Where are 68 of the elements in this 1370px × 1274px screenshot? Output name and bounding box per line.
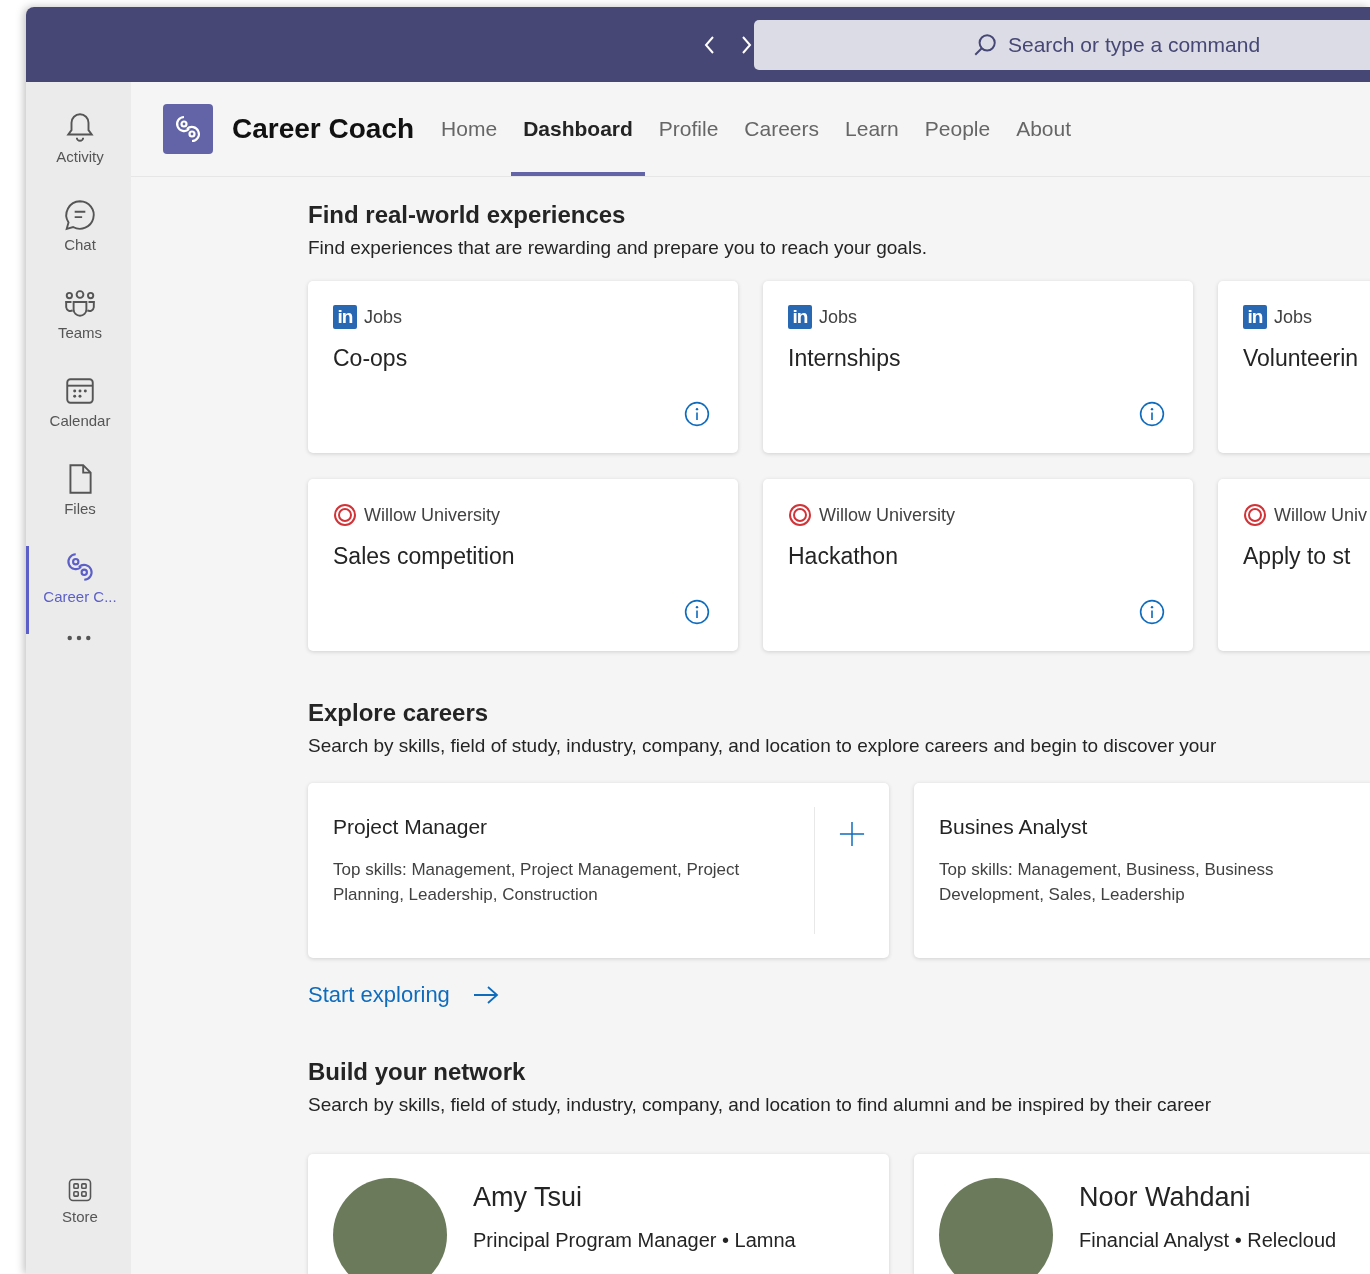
linkedin-logo: in xyxy=(788,305,812,329)
card-source: Jobs xyxy=(1274,306,1313,328)
card-title: Hackathon xyxy=(788,543,899,570)
app-bar-item[interactable]: Chat xyxy=(26,194,131,282)
career-card[interactable]: Busines Analyst Top skills: Management, Business, Business Development, Sales, Leadership xyxy=(914,783,1370,958)
arrow-right-icon xyxy=(471,985,500,1005)
section-title: Find real-world experiences xyxy=(308,201,627,229)
info-icon[interactable] xyxy=(684,599,710,625)
card-source: Jobs xyxy=(819,306,858,328)
card-title: Apply to st xyxy=(1243,543,1352,570)
app-title: Career Coach xyxy=(232,113,415,145)
info-icon[interactable] xyxy=(684,401,710,427)
nav-tab[interactable]: Careers xyxy=(732,82,832,176)
nav-tab[interactable]: Dashboard xyxy=(511,82,645,176)
concentric-rings-icon xyxy=(333,503,357,527)
section-title: Explore careers xyxy=(308,699,490,727)
start-exploring-link[interactable]: Start exploring xyxy=(308,982,500,1008)
linkedin-logo: in xyxy=(1243,305,1267,329)
experience-card[interactable]: Willow University Sales competition xyxy=(308,479,738,651)
card-source: Willow Univ xyxy=(1274,504,1367,526)
nav-tab[interactable]: Profile xyxy=(646,82,731,176)
info-icon[interactable] xyxy=(1139,599,1165,625)
concentric-rings-icon xyxy=(788,503,812,527)
search-field[interactable]: Search or type a command xyxy=(754,19,1370,70)
experience-card[interactable]: Willow University Hackathon xyxy=(763,479,1193,651)
career-title: Busines Analyst xyxy=(939,815,1089,839)
app-bar-item[interactable]: Teams xyxy=(26,282,131,370)
app-grid-icon xyxy=(66,1176,94,1204)
person-card[interactable]: Amy Tsui Principal Program Manager • Lamna xyxy=(308,1154,889,1274)
chat-icon xyxy=(63,198,97,232)
experience-card[interactable]: Willow Univ Apply to st xyxy=(1218,479,1370,651)
card-title: Sales competition xyxy=(333,543,516,570)
experience-card[interactable]: in Jobs Volunteerin xyxy=(1218,281,1370,453)
card-source: Jobs xyxy=(364,306,403,328)
info-icon[interactable] xyxy=(1139,401,1165,427)
nav-tab[interactable]: About xyxy=(1004,82,1084,176)
concentric-rings-icon xyxy=(1243,503,1267,527)
experience-card[interactable]: in Jobs Internships xyxy=(763,281,1193,453)
search-icon xyxy=(972,31,998,58)
app-bar-item[interactable]: Store xyxy=(26,1172,131,1260)
card-title: Volunteerin xyxy=(1243,345,1360,372)
experience-card[interactable]: in Jobs Co-ops xyxy=(308,281,738,453)
career-title: Project Manager xyxy=(333,815,489,839)
career-skills: Top skills: Management, Business, Business Development, Sales, Leadership xyxy=(939,859,1275,906)
nav-tab[interactable]: Learn xyxy=(833,82,911,176)
person-card[interactable]: Noor Wahdani Financial Analyst • Relecloud xyxy=(914,1154,1370,1274)
person-name: Amy Tsui xyxy=(473,1182,584,1213)
person-role: Principal Program Manager • Lamna xyxy=(473,1229,796,1252)
app-bar-item[interactable]: Activity xyxy=(26,106,131,194)
card-source: Willow University xyxy=(364,504,500,526)
nav-tab[interactable]: People xyxy=(912,82,1003,176)
card-title: Internships xyxy=(788,345,902,372)
section-title: Build your network xyxy=(308,1058,527,1086)
person-name: Noor Wahdani xyxy=(1079,1182,1252,1213)
more-icon[interactable] xyxy=(65,634,92,642)
plus-icon[interactable] xyxy=(839,821,865,847)
section-description: Find experiences that are rewarding and prepare you to reach your goals. xyxy=(308,237,928,259)
card-title: Co-ops xyxy=(333,345,409,372)
nav-tab[interactable]: Home xyxy=(429,82,510,176)
card-source: Willow University xyxy=(819,504,955,526)
app-bar-item[interactable]: Calendar xyxy=(26,370,131,458)
app-bar-item[interactable]: Files xyxy=(26,458,131,546)
section-description: Search by skills, field of study, industry, company, and location to explore careers and begin to discover your xyxy=(308,735,1218,757)
career-skills: Top skills: Management, Project Management, Project Planning, Leadership, Construction xyxy=(333,859,741,906)
section-description: Search by skills, field of study, industry, company, and location to find alumni and be inspired by their career xyxy=(308,1094,1212,1116)
person-role: Financial Analyst • Relecloud xyxy=(1079,1229,1337,1252)
career-card[interactable]: Project Manager Top skills: Management, Project Management, Project Planning, Leadership, Construction xyxy=(308,783,889,958)
linkedin-logo: in xyxy=(333,305,357,329)
